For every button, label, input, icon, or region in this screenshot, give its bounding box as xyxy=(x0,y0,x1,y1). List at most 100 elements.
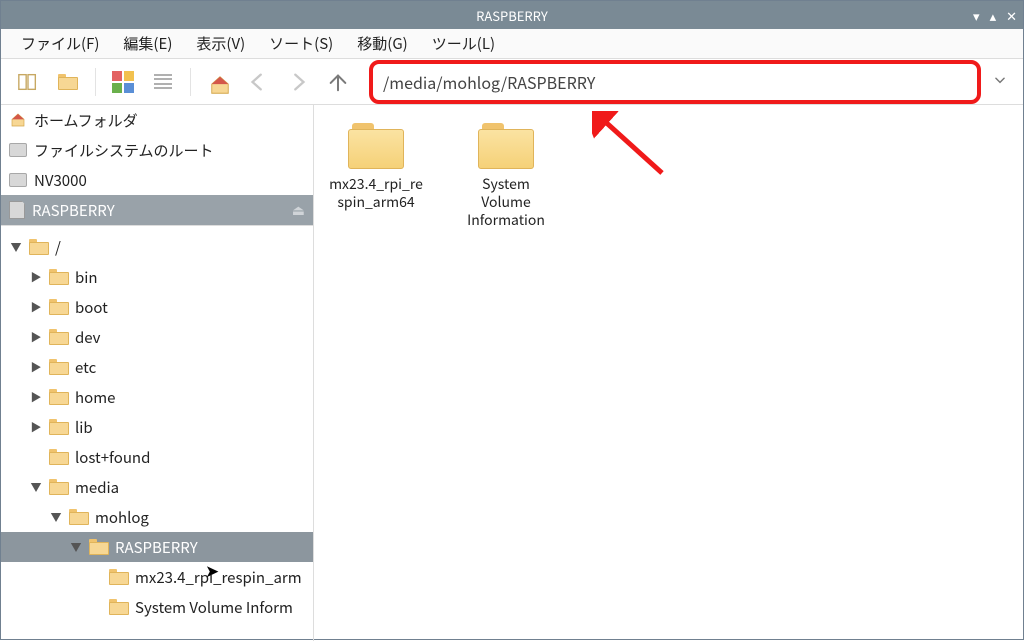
folder-icon xyxy=(49,359,69,375)
tree-label: media xyxy=(75,477,119,498)
menu-go[interactable]: 移動(G) xyxy=(345,29,419,58)
new-tab-button[interactable] xyxy=(11,66,45,98)
place-nv3000[interactable]: NV3000 xyxy=(1,165,313,195)
window-close-button[interactable]: ✕ xyxy=(1006,6,1017,25)
tree-label: lost+found xyxy=(75,447,150,468)
icon-view-button[interactable] xyxy=(106,66,140,98)
tree-label: lib xyxy=(75,417,93,438)
toolbar: /media/mohlog/RASPBERRY xyxy=(1,59,1023,105)
window-maximize-button[interactable]: ▴ xyxy=(990,6,997,25)
folder-icon xyxy=(69,509,89,525)
tree-boot[interactable]: ▶ boot xyxy=(1,292,313,322)
folder-icon xyxy=(49,389,69,405)
tree-root[interactable]: ▼ / xyxy=(1,232,313,262)
tree-media[interactable]: ▼ media xyxy=(1,472,313,502)
toolbar-separator xyxy=(190,68,191,96)
place-label: ホームフォルダ xyxy=(34,110,138,131)
annotation-arrow-icon xyxy=(592,111,672,181)
new-folder-button[interactable] xyxy=(51,66,85,98)
window-title: RASPBERRY xyxy=(476,6,548,25)
place-label: RASPBERRY xyxy=(32,200,115,221)
file-label: System Volume Information xyxy=(456,175,556,230)
tree-label: RASPBERRY xyxy=(115,537,198,558)
file-item[interactable]: System Volume Information xyxy=(456,123,556,230)
folder-icon xyxy=(478,123,534,169)
home-icon xyxy=(9,112,27,128)
menu-bar: ファイル(F) 編集(E) 表示(V) ソート(S) 移動(G) ツール(L) xyxy=(1,29,1023,59)
tree-mohlog[interactable]: ▼ mohlog xyxy=(1,502,313,532)
mouse-cursor-icon: ➤ xyxy=(205,557,219,582)
list-view-button[interactable] xyxy=(146,66,180,98)
list-icon xyxy=(152,71,174,93)
menu-edit[interactable]: 編集(E) xyxy=(111,29,184,58)
sidebar: ホームフォルダ ファイルシステムのルート NV3000 RASPBERRY ⏏ … xyxy=(1,105,314,641)
folder-icon xyxy=(29,239,49,255)
tree-lib[interactable]: ▶ lib xyxy=(1,412,313,442)
tree-label: dev xyxy=(75,327,101,348)
caret-right-icon: ▶ xyxy=(29,299,43,315)
path-dropdown-button[interactable] xyxy=(987,72,1013,92)
tree-child-b[interactable]: ▶ System Volume Inform xyxy=(1,592,313,622)
place-raspberry[interactable]: RASPBERRY ⏏ xyxy=(1,195,313,225)
tree-label: home xyxy=(75,387,115,408)
folder-icon xyxy=(89,539,109,555)
folder-tree: ▼ / ▶ bin ▶ boot ▶ dev ▶ et xyxy=(1,225,313,641)
tree-etc[interactable]: ▶ etc xyxy=(1,352,313,382)
folder-icon xyxy=(58,74,78,90)
nav-up-button[interactable] xyxy=(321,66,355,98)
nav-back-button[interactable] xyxy=(241,66,275,98)
caret-right-icon: ▶ xyxy=(29,419,43,435)
tree-label: etc xyxy=(75,357,96,378)
go-home-button[interactable] xyxy=(201,66,235,98)
tree-bin[interactable]: ▶ bin xyxy=(1,262,313,292)
drive-icon xyxy=(9,143,27,157)
folder-icon xyxy=(109,599,129,615)
caret-right-icon: ▶ xyxy=(29,329,43,345)
folder-icon xyxy=(49,419,69,435)
menu-sort[interactable]: ソート(S) xyxy=(257,29,345,58)
place-label: NV3000 xyxy=(34,170,87,191)
folder-icon xyxy=(49,479,69,495)
tree-label: / xyxy=(55,237,61,258)
grid-icon xyxy=(112,71,134,93)
tree-lostfound[interactable]: ▶ lost+found xyxy=(1,442,313,472)
place-filesystem-root[interactable]: ファイルシステムのルート xyxy=(1,135,313,165)
tree-raspberry[interactable]: ▼ RASPBERRY xyxy=(1,532,313,562)
folder-icon xyxy=(109,569,129,585)
folder-icon xyxy=(348,123,404,169)
tree-home[interactable]: ▶ home xyxy=(1,382,313,412)
file-grid[interactable]: mx23.4_rpi_respin_arm64 System Volume In… xyxy=(314,105,1023,641)
path-input[interactable]: /media/mohlog/RASPBERRY xyxy=(369,60,981,104)
eject-icon[interactable]: ⏏ xyxy=(292,200,305,220)
places-panel: ホームフォルダ ファイルシステムのルート NV3000 RASPBERRY ⏏ xyxy=(1,105,313,225)
tree-label: bin xyxy=(75,267,98,288)
caret-right-icon: ▶ xyxy=(29,269,43,285)
caret-down-icon: ▼ xyxy=(49,509,63,525)
place-label: ファイルシステムのルート xyxy=(34,140,214,161)
toolbar-separator xyxy=(95,68,96,96)
caret-right-icon: ▶ xyxy=(29,389,43,405)
tree-dev[interactable]: ▶ dev xyxy=(1,322,313,352)
folder-icon xyxy=(49,269,69,285)
caret-down-icon: ▼ xyxy=(9,239,23,255)
caret-down-icon: ▼ xyxy=(29,479,43,495)
sd-card-icon xyxy=(9,201,25,219)
drive-icon xyxy=(9,173,27,187)
file-item[interactable]: mx23.4_rpi_respin_arm64 xyxy=(326,123,426,211)
window-titlebar: RASPBERRY ▾ ▴ ✕ xyxy=(1,1,1023,29)
caret-right-icon: ▶ xyxy=(29,359,43,375)
tree-label: mohlog xyxy=(95,507,149,528)
place-home[interactable]: ホームフォルダ xyxy=(1,105,313,135)
file-label: mx23.4_rpi_respin_arm64 xyxy=(326,175,426,211)
window-minimize-button[interactable]: ▾ xyxy=(973,6,980,25)
menu-view[interactable]: 表示(V) xyxy=(184,29,257,58)
folder-icon xyxy=(49,449,69,465)
menu-file[interactable]: ファイル(F) xyxy=(9,29,111,58)
tree-child-a[interactable]: ▶ mx23.4_rpi_respin_arm xyxy=(1,562,313,592)
caret-down-icon: ▼ xyxy=(69,539,83,555)
folder-icon xyxy=(49,329,69,345)
folder-icon xyxy=(49,299,69,315)
nav-forward-button[interactable] xyxy=(281,66,315,98)
tree-label: System Volume Inform xyxy=(135,597,293,618)
menu-tools[interactable]: ツール(L) xyxy=(420,29,507,58)
